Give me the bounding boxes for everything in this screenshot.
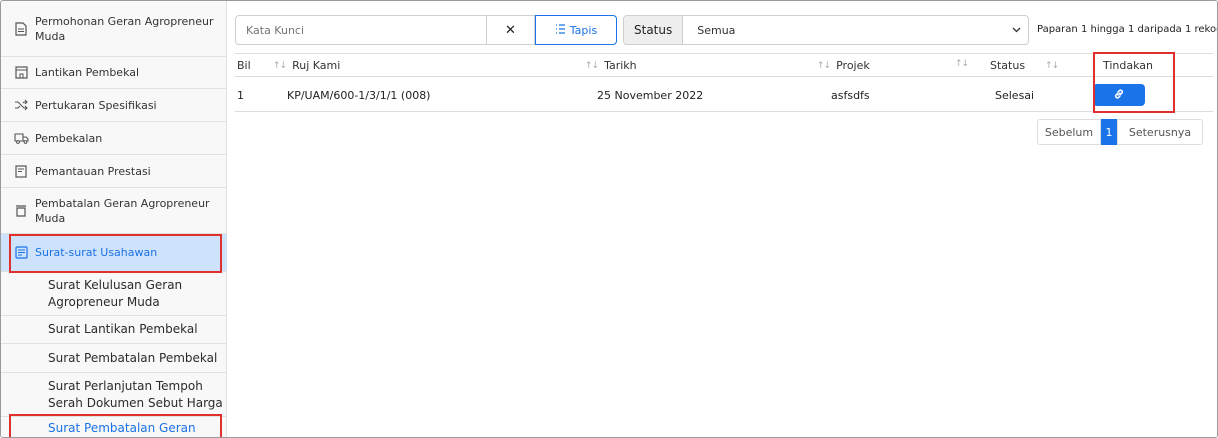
record-count-text: Paparan 1 hingga 1 daripada 1 rekod: [1037, 24, 1218, 35]
cell-ruj-kami: KP/UAM/600-1/3/1/1 (008): [287, 89, 431, 102]
sort-icon: ↑↓: [1045, 60, 1059, 71]
sidebar-item-label: Pemantauan Prestasi: [35, 164, 151, 178]
main-content: ✕ Tapis Status Semua Paparan 1 hingga 1 …: [227, 1, 1218, 437]
document-icon: [7, 21, 35, 36]
filter-button[interactable]: Tapis: [535, 15, 617, 45]
sidebar-subitem-surat-kelulusan[interactable]: Surat Kelulusan Geran Agropreneur Muda: [1, 273, 227, 316]
table-row: 1 KP/UAM/600-1/3/1/1 (008) 25 November 2…: [235, 78, 1213, 112]
sidebar-subitem-label: Surat Perlanjutan Tempoh Serah Dokumen S…: [48, 378, 223, 410]
sidebar-item-label: Lantikan Pembekal: [35, 66, 140, 79]
sort-icon: ↑↓: [585, 60, 599, 71]
highlight-box-sidebar-subitem: [9, 414, 222, 437]
table-header: Bil ↑↓ Ruj Kami ↑↓ Tarikh ↑↓ Projek ↑↓ S…: [235, 53, 1213, 77]
sidebar-subitem-label: Surat Pembatalan Pembekal: [48, 350, 218, 365]
column-header-projek[interactable]: ↑↓ Projek: [817, 59, 870, 72]
column-header-label: Ruj Kami: [292, 59, 341, 72]
sort-icon-projek-end: ↑↓: [955, 59, 969, 69]
status-select-label: Status: [624, 16, 684, 44]
sidebar-item-label: Pembatalan Geran Agropreneur Muda: [35, 196, 210, 225]
sidebar-item-label: Permohonan Geran Agropreneur Muda: [35, 14, 214, 43]
search-input[interactable]: [235, 15, 487, 45]
status-select[interactable]: Status Semua: [623, 15, 1029, 45]
highlight-box-sidebar-active: [9, 234, 222, 273]
sidebar-item-pemantauan-prestasi[interactable]: Pemantauan Prestasi: [1, 155, 227, 188]
sidebar-subitem-surat-pembatalan-pembekal[interactable]: Surat Pembatalan Pembekal: [1, 344, 227, 373]
pagination-next[interactable]: Seterusnya: [1117, 119, 1203, 145]
column-header-label: Bil: [237, 59, 251, 72]
sort-icon: ↑↓: [273, 60, 287, 71]
sidebar: Permohonan Geran Agropreneur Muda Lantik…: [1, 1, 227, 437]
filter-list-icon: [555, 23, 566, 37]
status-select-value: Semua: [697, 23, 736, 37]
cell-projek: asfsdfs: [831, 89, 870, 102]
clear-button[interactable]: ✕: [487, 15, 535, 45]
sidebar-item-pembatalan-geran[interactable]: Pembatalan Geran Agropreneur Muda: [1, 188, 227, 234]
cell-tarikh: 25 November 2022: [597, 89, 704, 102]
sidebar-item-label: Pembekalan: [35, 131, 103, 145]
sidebar-subitem-surat-perlanjutan[interactable]: Surat Perlanjutan Tempoh Serah Dokumen S…: [1, 373, 227, 417]
bin-icon: [7, 204, 35, 217]
filter-button-label: Tapis: [569, 23, 598, 37]
pagination-page-1[interactable]: 1: [1101, 119, 1117, 145]
column-header-label: Status: [990, 59, 1026, 72]
cell-status: Selesai: [995, 89, 1035, 102]
column-header-label: Projek: [836, 59, 870, 72]
close-icon: ✕: [505, 22, 516, 38]
pagination-prev[interactable]: Sebelum: [1037, 119, 1101, 145]
column-header-status[interactable]: Status ↑↓: [990, 59, 1059, 72]
sort-icon: ↑↓: [817, 60, 831, 71]
sidebar-subitem-label: Surat Kelulusan Geran Agropreneur Muda: [48, 278, 183, 309]
sidebar-item-pertukaran-spesifikasi[interactable]: Pertukaran Spesifikasi: [1, 89, 227, 122]
highlight-box-tindakan: [1093, 52, 1175, 113]
sidebar-item-lantikan-pembekal[interactable]: Lantikan Pembekal: [1, 57, 227, 89]
sidebar-item-label: Pertukaran Spesifikasi: [35, 98, 157, 112]
truck-icon: [7, 132, 35, 144]
column-header-ruj-kami[interactable]: ↑↓ Ruj Kami: [273, 59, 340, 72]
building-icon: [7, 66, 35, 79]
chevron-down-icon: [1004, 25, 1028, 36]
column-header-label: Tarikh: [604, 59, 637, 72]
sidebar-item-pembekalan[interactable]: Pembekalan: [1, 122, 227, 155]
sidebar-subitem-surat-lantikan[interactable]: Surat Lantikan Pembekal: [1, 316, 227, 344]
shuffle-icon: [7, 99, 35, 111]
cell-bil: 1: [237, 89, 244, 102]
sidebar-item-permohonan-geran[interactable]: Permohonan Geran Agropreneur Muda: [1, 1, 227, 57]
sidebar-subitem-label: Surat Lantikan Pembekal: [48, 322, 198, 336]
column-header-tarikh[interactable]: ↑↓ Tarikh: [585, 59, 637, 72]
app-window: Permohonan Geran Agropreneur Muda Lantik…: [0, 0, 1218, 438]
column-header-bil[interactable]: Bil: [237, 59, 251, 72]
report-icon: [7, 164, 35, 178]
